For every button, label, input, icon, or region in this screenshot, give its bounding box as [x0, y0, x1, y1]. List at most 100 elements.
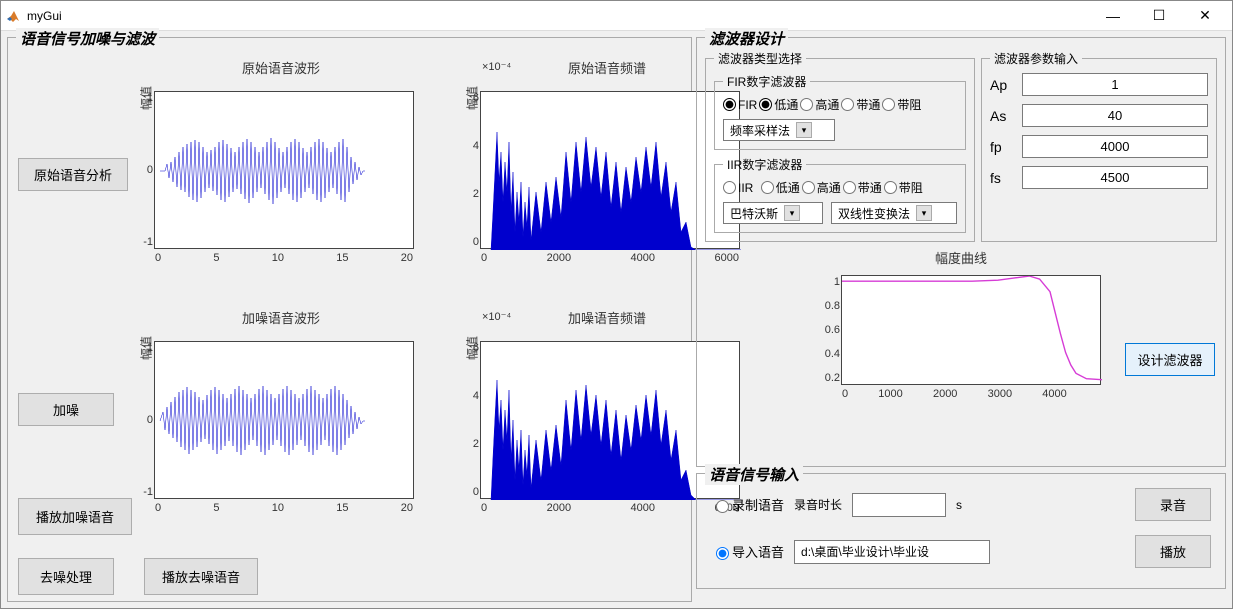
ap-label: Ap [990, 77, 1022, 93]
fir-hp-label: 高通 [815, 96, 839, 113]
as-input[interactable] [1022, 104, 1208, 127]
path-input[interactable] [794, 540, 990, 564]
signal-panel-title: 语音信号加噪与滤波 [16, 28, 159, 49]
signal-panel: 语音信号加噪与滤波 原始语音分析 加噪 播放加噪语音 去噪处理 播放去噪语音 原… [7, 37, 692, 602]
fir-fieldset: FIR数字滤波器 FIR 低通 高通 带通 带阻 频率采样法 ▾ [714, 73, 966, 150]
iir-trans-value: 双线性变换法 [838, 205, 910, 222]
orig-wave-xticks: 05101520 [155, 252, 413, 264]
iir-radio[interactable]: IIR [723, 181, 753, 195]
maximize-button[interactable]: ☐ [1136, 1, 1182, 31]
analyze-button[interactable]: 原始语音分析 [18, 158, 128, 191]
fir-radio-label: FIR [738, 98, 757, 112]
import-row: 导入语音 播放 [705, 535, 1217, 568]
record-radio[interactable]: 录制语音 [711, 495, 784, 514]
orig-spec-title-text: 原始语音频谱 [568, 61, 646, 76]
noisy-wave-title: 加噪语音波形 [138, 308, 424, 327]
fp-input[interactable] [1022, 135, 1208, 158]
iir-trans-select[interactable]: 双线性变换法 ▾ [831, 202, 957, 224]
chevron-down-icon: ▾ [916, 205, 932, 221]
fp-label: fp [990, 139, 1022, 155]
orig-spec-yticks: 6420 [453, 92, 479, 248]
filter-type-legend: 滤波器类型选择 [714, 50, 806, 67]
filter-type-fieldset: 滤波器类型选择 FIR数字滤波器 FIR 低通 高通 带通 带阻 [705, 50, 975, 242]
duration-input[interactable] [852, 493, 946, 517]
chevron-down-icon: ▾ [784, 205, 800, 221]
fir-radio[interactable]: FIR [723, 98, 757, 112]
window-title: myGui [27, 9, 1090, 23]
play-denoised-button[interactable]: 播放去噪语音 [144, 558, 258, 595]
orig-spec-exp: ×10⁻⁴ [482, 60, 511, 73]
fir-bandstop-radio[interactable]: 带阻 [882, 96, 921, 113]
noisy-spec-exp: ×10⁻⁴ [482, 310, 511, 323]
iir-highpass-radio[interactable]: 高通 [802, 179, 841, 196]
fir-lp-label: 低通 [774, 96, 798, 113]
analyze-btn-wrap: 原始语音分析 [18, 158, 128, 191]
record-button[interactable]: 录音 [1135, 488, 1211, 521]
mag-chart-area: 10.80.60.40.2 01000200030004000 [811, 275, 1111, 385]
iir-hp-label: 高通 [817, 179, 841, 196]
noisy-wave-yticks: 10-1 [127, 342, 153, 498]
matlab-icon [5, 8, 21, 24]
chart-grid: 原始语音波形 幅值 10-1 05101520 t(s) [138, 58, 750, 540]
mag-yticks: 10.80.60.40.2 [814, 276, 840, 384]
addnoise-btn-wrap: 加噪 [18, 393, 114, 426]
iir-radio-label: IIR [738, 181, 753, 195]
iir-fieldset: IIR数字滤波器 IIR 低通 高通 带通 带阻 巴特沃斯 [714, 156, 966, 233]
play-button[interactable]: 播放 [1135, 535, 1211, 568]
playnoisy-btn-wrap: 播放加噪语音 [18, 498, 132, 535]
fir-radio-row: FIR 低通 高通 带通 带阻 [723, 96, 957, 113]
mag-xticks: 01000200030004000 [842, 388, 1100, 400]
add-noise-button[interactable]: 加噪 [18, 393, 114, 426]
fir-bs-label: 带阻 [897, 96, 921, 113]
filter-params-legend: 滤波器参数输入 [990, 50, 1082, 67]
bottom-btns: 去噪处理 播放去噪语音 [18, 558, 258, 595]
orig-wave-yticks: 10-1 [127, 92, 153, 248]
filter-panel-title: 滤波器设计 [705, 28, 788, 49]
fir-bp-label: 带通 [856, 96, 880, 113]
play-noisy-button[interactable]: 播放加噪语音 [18, 498, 132, 535]
iir-bandpass-radio[interactable]: 带通 [843, 179, 882, 196]
noisy-spec-title-text: 加噪语音频谱 [568, 311, 646, 326]
iir-bp-label: 带通 [858, 179, 882, 196]
iir-radio-row: IIR 低通 高通 带通 带阻 [723, 179, 957, 196]
duration-label: 录音时长 [794, 496, 842, 513]
fir-lowpass-radio[interactable]: 低通 [759, 96, 798, 113]
filter-top-row: 滤波器类型选择 FIR数字滤波器 FIR 低通 高通 带通 带阻 [705, 50, 1217, 242]
duration-unit: s [956, 498, 962, 512]
design-filter-button[interactable]: 设计滤波器 [1125, 343, 1215, 376]
iir-legend: IIR数字滤波器 [723, 156, 806, 173]
right-column: 滤波器设计 滤波器类型选择 FIR数字滤波器 FIR 低通 高通 带通 带阻 [696, 37, 1226, 602]
fs-input[interactable] [1022, 166, 1208, 189]
noisy-spec-yticks: 6420 [453, 342, 479, 498]
record-row: 录制语音 录音时长 s 录音 [705, 488, 1217, 521]
iir-proto-value: 巴特沃斯 [730, 205, 778, 222]
fir-bandpass-radio[interactable]: 带通 [841, 96, 880, 113]
orig-wave-plot: 10-1 05101520 [154, 91, 414, 249]
fir-highpass-radio[interactable]: 高通 [800, 96, 839, 113]
app-window: myGui — ☐ ✕ 语音信号加噪与滤波 原始语音分析 加噪 播放加噪语音 去… [0, 0, 1233, 609]
ap-input[interactable] [1022, 73, 1208, 96]
import-radio[interactable]: 导入语音 [711, 542, 784, 561]
record-radio-label: 录制语音 [732, 495, 784, 514]
denoise-button[interactable]: 去噪处理 [18, 558, 114, 595]
orig-wave-cell: 原始语音波形 幅值 10-1 05101520 t(s) [138, 58, 424, 290]
fir-method-value: 频率采样法 [730, 122, 790, 139]
as-label: As [990, 108, 1022, 124]
iir-lp-label: 低通 [776, 179, 800, 196]
filter-design-panel: 滤波器设计 滤波器类型选择 FIR数字滤波器 FIR 低通 高通 带通 带阻 [696, 37, 1226, 467]
iir-proto-select[interactable]: 巴特沃斯 ▾ [723, 202, 823, 224]
chevron-down-icon: ▾ [796, 122, 812, 138]
mag-title: 幅度曲线 [705, 248, 1217, 267]
iir-bandstop-radio[interactable]: 带阻 [884, 179, 923, 196]
input-panel-title: 语音信号输入 [705, 464, 803, 485]
content-area: 语音信号加噪与滤波 原始语音分析 加噪 播放加噪语音 去噪处理 播放去噪语音 原… [1, 31, 1232, 608]
fir-legend: FIR数字滤波器 [723, 73, 810, 90]
import-radio-label: 导入语音 [732, 542, 784, 561]
fs-label: fs [990, 170, 1022, 186]
fir-method-select[interactable]: 频率采样法 ▾ [723, 119, 835, 141]
titlebar: myGui — ☐ ✕ [1, 1, 1232, 31]
filter-params-fieldset: 滤波器参数输入 Ap As fp fs [981, 50, 1217, 242]
minimize-button[interactable]: — [1090, 1, 1136, 31]
close-button[interactable]: ✕ [1182, 1, 1228, 31]
iir-lowpass-radio[interactable]: 低通 [761, 179, 800, 196]
